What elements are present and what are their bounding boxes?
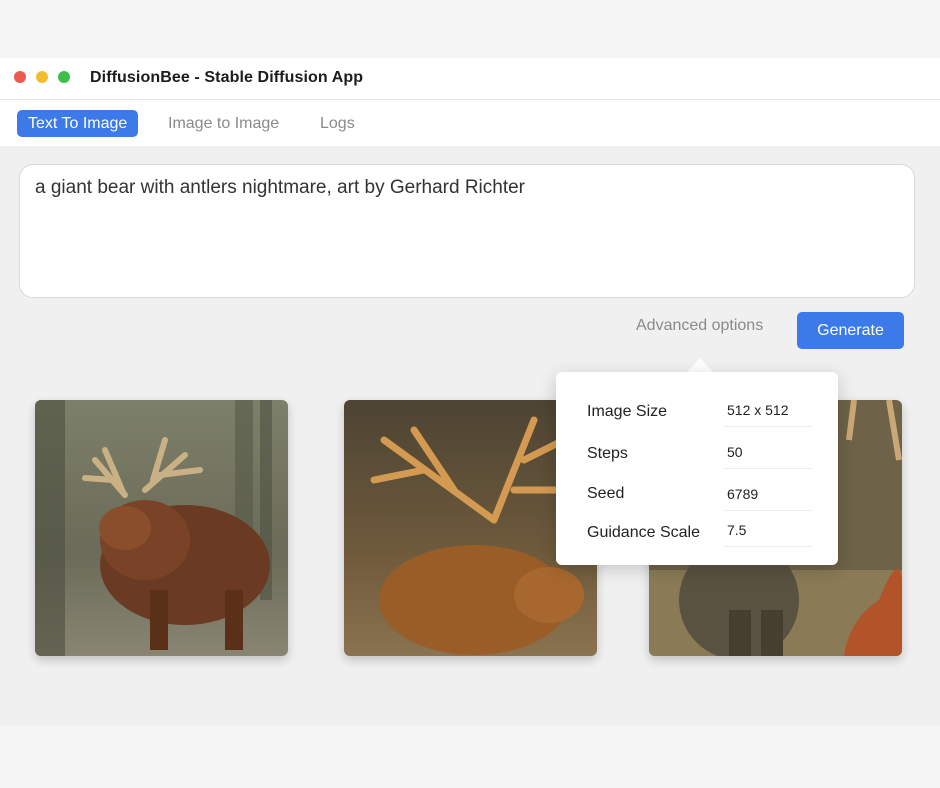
minimize-window-button[interactable] bbox=[36, 71, 48, 83]
popover-arrow bbox=[687, 358, 713, 372]
guidance-scale-label: Guidance Scale bbox=[587, 524, 700, 541]
advanced-options-link[interactable]: Advanced options bbox=[636, 317, 763, 335]
prompt-input[interactable]: a giant bear with antlers nightmare, art… bbox=[19, 164, 915, 298]
maximize-window-button[interactable] bbox=[58, 71, 70, 83]
generated-image-1[interactable] bbox=[35, 400, 288, 656]
seed-field[interactable]: 6789 bbox=[724, 486, 812, 511]
steps-label: Steps bbox=[587, 445, 628, 462]
tab-image-to-image[interactable]: Image to Image bbox=[157, 110, 290, 137]
close-window-button[interactable] bbox=[14, 71, 26, 83]
guidance-scale-field[interactable]: 7.5 bbox=[724, 522, 812, 547]
app-window: DiffusionBee - Stable Diffusion App Text… bbox=[0, 58, 940, 726]
tab-logs[interactable]: Logs bbox=[309, 110, 366, 137]
bear-antlers-image-icon bbox=[35, 400, 288, 656]
seed-label: Seed bbox=[587, 485, 625, 502]
advanced-options-popover: Image Size 512 x 512 Steps 50 Seed 6789 … bbox=[556, 372, 838, 565]
tab-bar: Text To Image Image to Image Logs bbox=[0, 100, 940, 146]
title-bar: DiffusionBee - Stable Diffusion App bbox=[0, 58, 940, 100]
image-size-field[interactable]: 512 x 512 bbox=[724, 402, 812, 427]
image-size-label: Image Size bbox=[587, 403, 668, 420]
app-title: DiffusionBee - Stable Diffusion App bbox=[90, 69, 364, 86]
generate-button[interactable]: Generate bbox=[797, 312, 904, 349]
steps-field[interactable]: 50 bbox=[724, 444, 812, 469]
tab-text-to-image[interactable]: Text To Image bbox=[17, 110, 139, 137]
